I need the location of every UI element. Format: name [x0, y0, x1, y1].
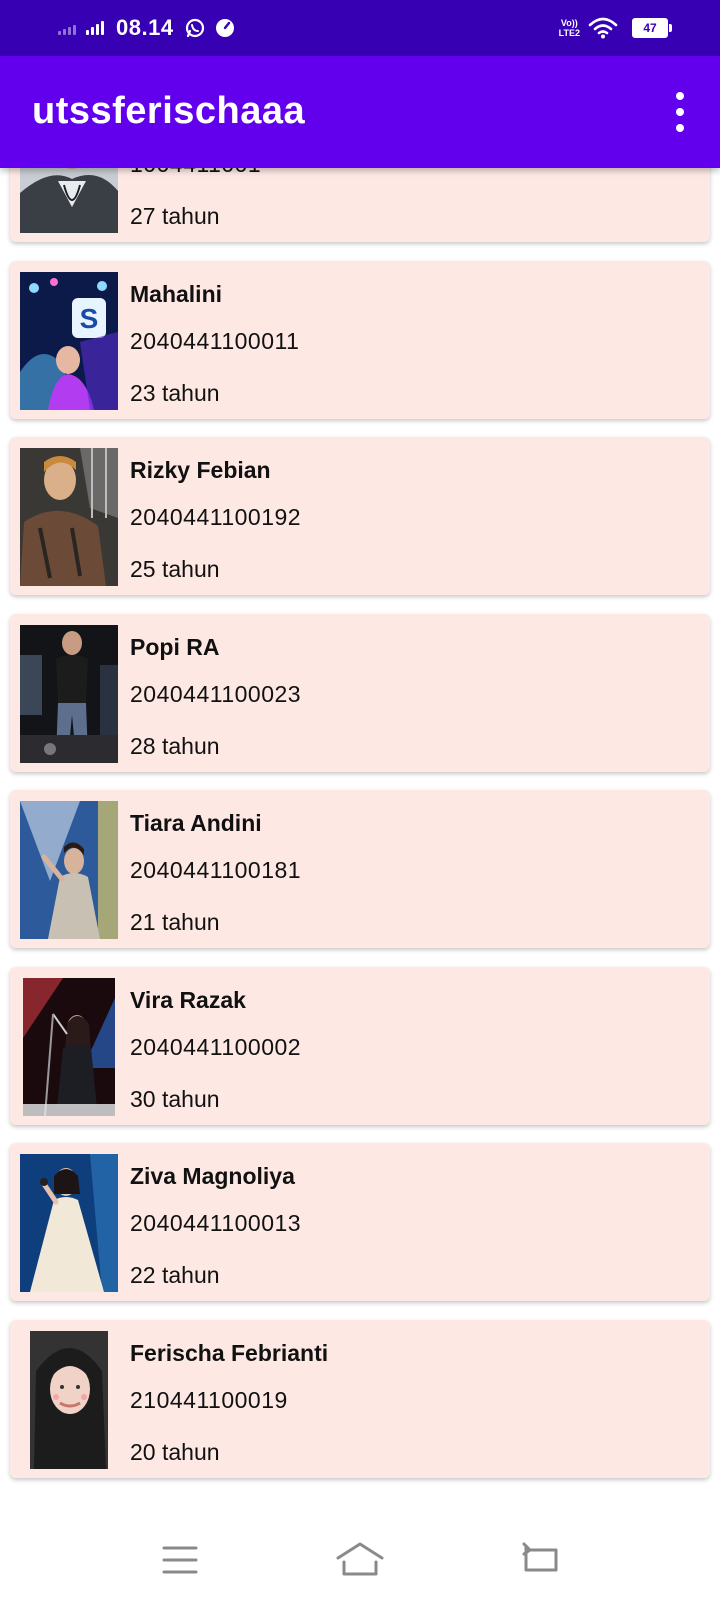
student-name: Ferischa Febrianti [130, 1340, 329, 1366]
student-nim: 2040441100002 [130, 1034, 302, 1060]
signal-icon [86, 21, 106, 35]
student-nim: 210441100019 [130, 1387, 288, 1413]
student-nim: 2040441100023 [130, 681, 302, 707]
student-name: Vira Razak [130, 987, 246, 1013]
student-age: 25 tahun [130, 556, 220, 582]
back-button[interactable] [510, 1534, 570, 1586]
app-screen: 1004411001 27 tahun S [0, 0, 720, 1600]
more-vert-icon [676, 92, 684, 100]
profile-photo [20, 625, 118, 763]
list-item[interactable]: Popi RA 2040441100023 28 tahun [10, 614, 710, 772]
list-item[interactable]: Rizky Febian 2040441100192 25 tahun [10, 437, 710, 595]
student-nim: 2040441100192 [130, 504, 302, 530]
student-name: Rizky Febian [130, 457, 271, 483]
profile-photo: S [20, 272, 118, 410]
student-age: 27 tahun [130, 203, 220, 229]
navigation-bar [0, 1520, 720, 1600]
profile-photo [30, 1331, 108, 1469]
student-age: 21 tahun [130, 909, 220, 935]
profile-photo [20, 1154, 118, 1292]
volte-label-top: Vo)) [560, 18, 578, 28]
wifi-icon [588, 17, 618, 39]
battery-icon: 47 [632, 18, 672, 38]
student-age: 23 tahun [130, 380, 220, 406]
menu-icon [162, 1546, 198, 1574]
list-item[interactable]: Vira Razak 2040441100002 30 tahun [10, 967, 710, 1125]
student-age: 30 tahun [130, 1086, 220, 1112]
list-item[interactable]: Tiara Andini 2040441100181 21 tahun [10, 790, 710, 948]
student-name: Popi RA [130, 634, 220, 660]
student-list[interactable]: 1004411001 27 tahun S [0, 0, 720, 1520]
status-bar: 08.14 Vo)) LTE2 47 [0, 0, 720, 56]
student-name: Tiara Andini [130, 810, 262, 836]
list-item[interactable]: S Mahalini 2040441100011 23 tahun [10, 261, 710, 419]
signal-dim-icon [58, 21, 78, 35]
list-item[interactable]: Ziva Magnoliya 2040441100013 22 tahun [10, 1143, 710, 1301]
student-name: Ziva Magnoliya [130, 1163, 295, 1189]
recent-apps-button[interactable] [150, 1534, 210, 1586]
home-icon [336, 1542, 384, 1576]
home-button[interactable] [330, 1534, 390, 1586]
clock: 08.14 [116, 15, 174, 40]
volte-icon: Vo)) LTE2 [559, 18, 580, 38]
student-nim: 2040441100181 [130, 857, 302, 883]
status-right-group: Vo)) LTE2 47 [559, 12, 672, 44]
list-item[interactable]: Ferischa Febrianti 210441100019 20 tahun [10, 1320, 710, 1478]
student-age: 28 tahun [130, 733, 220, 759]
student-nim: 2040441100013 [130, 1210, 302, 1236]
student-age: 22 tahun [130, 1262, 220, 1288]
volte-label-bottom: LTE2 [558, 28, 580, 38]
speed-icon [215, 19, 234, 37]
whatsapp-icon [185, 18, 204, 38]
student-nim: 2040441100011 [130, 328, 300, 354]
app-title: utssferischaaa [32, 90, 306, 132]
student-age: 20 tahun [130, 1439, 220, 1465]
student-name: Mahalini [130, 281, 223, 307]
back-icon [522, 1542, 558, 1572]
more-options-button[interactable] [668, 92, 692, 132]
svg-text:S: S [80, 303, 99, 334]
app-bar: utssferischaaa [0, 56, 720, 168]
profile-photo [20, 448, 118, 586]
battery-level: 47 [643, 21, 657, 35]
status-left-group: 08.14 [58, 12, 244, 44]
profile-photo [23, 978, 115, 1116]
profile-photo [20, 801, 118, 939]
